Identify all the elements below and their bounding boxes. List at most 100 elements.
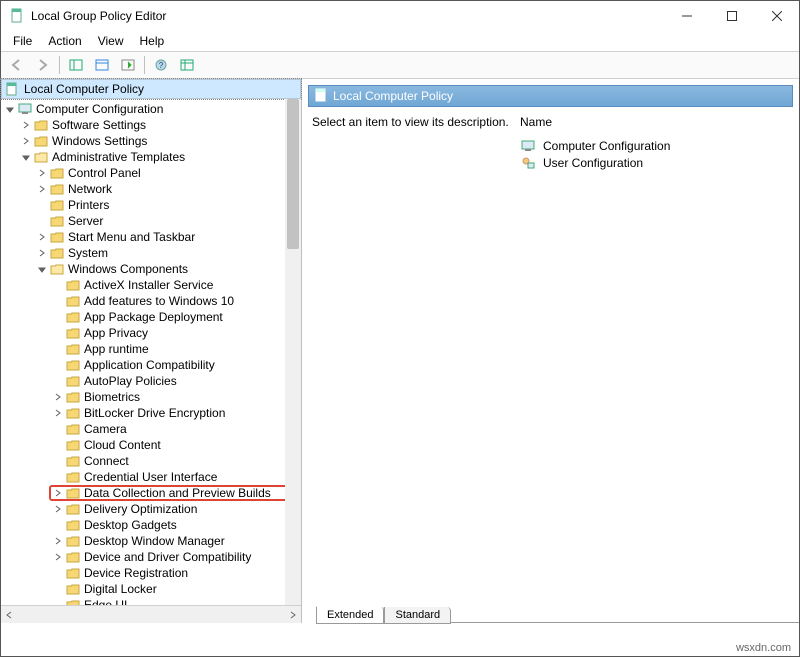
close-button[interactable] (754, 1, 799, 31)
chevron-right-icon[interactable] (51, 406, 65, 420)
tree-node-software-settings[interactable]: Software Settings (19, 117, 301, 133)
tree-node[interactable]: Connect (51, 453, 301, 469)
scroll-right-icon[interactable] (285, 607, 301, 623)
chevron-right-icon[interactable] (51, 502, 65, 516)
spacer (35, 198, 49, 212)
tree-node[interactable]: Biometrics (51, 389, 301, 405)
tree-node[interactable]: Desktop Gadgets (51, 517, 301, 533)
node-label: Connect (84, 454, 129, 468)
tree-node-start-menu-taskbar[interactable]: Start Menu and Taskbar (35, 229, 301, 245)
tree-node[interactable]: App runtime (51, 341, 301, 357)
chevron-right-icon[interactable] (51, 486, 65, 500)
node-label: Desktop Gadgets (84, 518, 177, 532)
column-header-name[interactable]: Name (520, 115, 795, 129)
back-button[interactable] (5, 54, 29, 76)
chevron-right-icon[interactable] (19, 118, 33, 132)
folder-icon (65, 486, 81, 500)
tree-node-server[interactable]: Server (35, 213, 301, 229)
node-label: Data Collection and Preview Builds (84, 486, 271, 500)
list-item-user-configuration[interactable]: User Configuration (520, 154, 795, 171)
chevron-right-icon[interactable] (35, 166, 49, 180)
filter-button[interactable] (175, 54, 199, 76)
node-label: Printers (68, 198, 109, 212)
chevron-down-icon[interactable] (19, 150, 33, 164)
result-tabs: Extended Standard (308, 602, 799, 623)
description-column: Select an item to view its description. (312, 115, 520, 594)
tree-node[interactable]: Desktop Window Manager (51, 533, 301, 549)
chevron-right-icon[interactable] (51, 390, 65, 404)
folder-icon (65, 550, 81, 564)
tree-view[interactable]: Computer Configuration Software Settings… (1, 99, 301, 605)
tree-node[interactable]: ActiveX Installer Service (51, 277, 301, 293)
tree-node-control-panel[interactable]: Control Panel (35, 165, 301, 181)
tree-node[interactable]: BitLocker Drive Encryption (51, 405, 301, 421)
tree-node[interactable]: App Privacy (51, 325, 301, 341)
tab-extended[interactable]: Extended (316, 606, 384, 624)
spacer (51, 310, 65, 324)
tree-node[interactable]: Digital Locker (51, 581, 301, 597)
tree-node[interactable]: AutoPlay Policies (51, 373, 301, 389)
tree-node[interactable]: Add features to Windows 10 (51, 293, 301, 309)
help-button[interactable]: ? (149, 54, 173, 76)
tree-node[interactable]: Cloud Content (51, 437, 301, 453)
spacer (51, 566, 65, 580)
vertical-scrollbar[interactable] (285, 99, 301, 605)
tree-node-administrative-templates[interactable]: Administrative Templates (19, 149, 301, 165)
tree-node[interactable]: Device Registration (51, 565, 301, 581)
tree-node-network[interactable]: Network (35, 181, 301, 197)
tree-node-windows-components[interactable]: Windows Components (35, 261, 301, 277)
tree-node-printers[interactable]: Printers (35, 197, 301, 213)
tree-node-windows-settings[interactable]: Windows Settings (19, 133, 301, 149)
tree-node[interactable]: Application Compatibility (51, 357, 301, 373)
menu-file[interactable]: File (5, 32, 40, 50)
tree-node[interactable]: App Package Deployment (51, 309, 301, 325)
horizontal-scrollbar[interactable] (1, 605, 301, 623)
chevron-down-icon[interactable] (35, 262, 49, 276)
folder-icon (65, 502, 81, 516)
tree-node[interactable]: Device and Driver Compatibility (51, 549, 301, 565)
folder-icon (65, 278, 81, 292)
chevron-right-icon[interactable] (35, 246, 49, 260)
node-label: System (68, 246, 108, 260)
tree-node[interactable]: Data Collection and Preview Builds (49, 485, 301, 501)
tab-standard[interactable]: Standard (384, 607, 451, 624)
maximize-button[interactable] (709, 1, 754, 31)
folder-icon (49, 230, 65, 244)
menu-view[interactable]: View (90, 32, 132, 50)
list-item-computer-configuration[interactable]: Computer Configuration (520, 137, 795, 154)
minimize-button[interactable] (664, 1, 709, 31)
chevron-right-icon[interactable] (35, 182, 49, 196)
properties-button[interactable] (90, 54, 114, 76)
refresh-button[interactable] (116, 54, 140, 76)
tree-node-computer-configuration[interactable]: Computer Configuration (3, 101, 301, 117)
folder-open-icon (49, 262, 65, 276)
chevron-right-icon[interactable] (51, 550, 65, 564)
menu-help[interactable]: Help (132, 32, 173, 50)
scrollbar-thumb[interactable] (287, 99, 299, 249)
node-label: Desktop Window Manager (84, 534, 225, 548)
tree-node[interactable]: Edge UI (51, 597, 301, 605)
chevron-right-icon[interactable] (35, 230, 49, 244)
tree-root-header[interactable]: Local Computer Policy (1, 79, 301, 99)
spacer (51, 454, 65, 468)
chevron-down-icon[interactable] (3, 102, 17, 116)
menu-action[interactable]: Action (40, 32, 89, 50)
forward-button[interactable] (31, 54, 55, 76)
spacer (51, 598, 65, 605)
tree-node[interactable]: Credential User Interface (51, 469, 301, 485)
tab-border (451, 622, 799, 623)
tree-node-system[interactable]: System (35, 245, 301, 261)
tree-node[interactable]: Camera (51, 421, 301, 437)
app-icon (9, 8, 25, 24)
folder-icon (65, 454, 81, 468)
chevron-right-icon[interactable] (51, 534, 65, 548)
watermark: wsxdn.com (736, 642, 791, 654)
show-hide-tree-button[interactable] (64, 54, 88, 76)
folder-icon (65, 582, 81, 596)
chevron-right-icon[interactable] (19, 134, 33, 148)
node-label: Network (68, 182, 112, 196)
node-label: Windows Settings (52, 134, 147, 148)
node-label: Cloud Content (84, 438, 161, 452)
tree-node[interactable]: Delivery Optimization (51, 501, 301, 517)
scroll-left-icon[interactable] (1, 607, 17, 623)
